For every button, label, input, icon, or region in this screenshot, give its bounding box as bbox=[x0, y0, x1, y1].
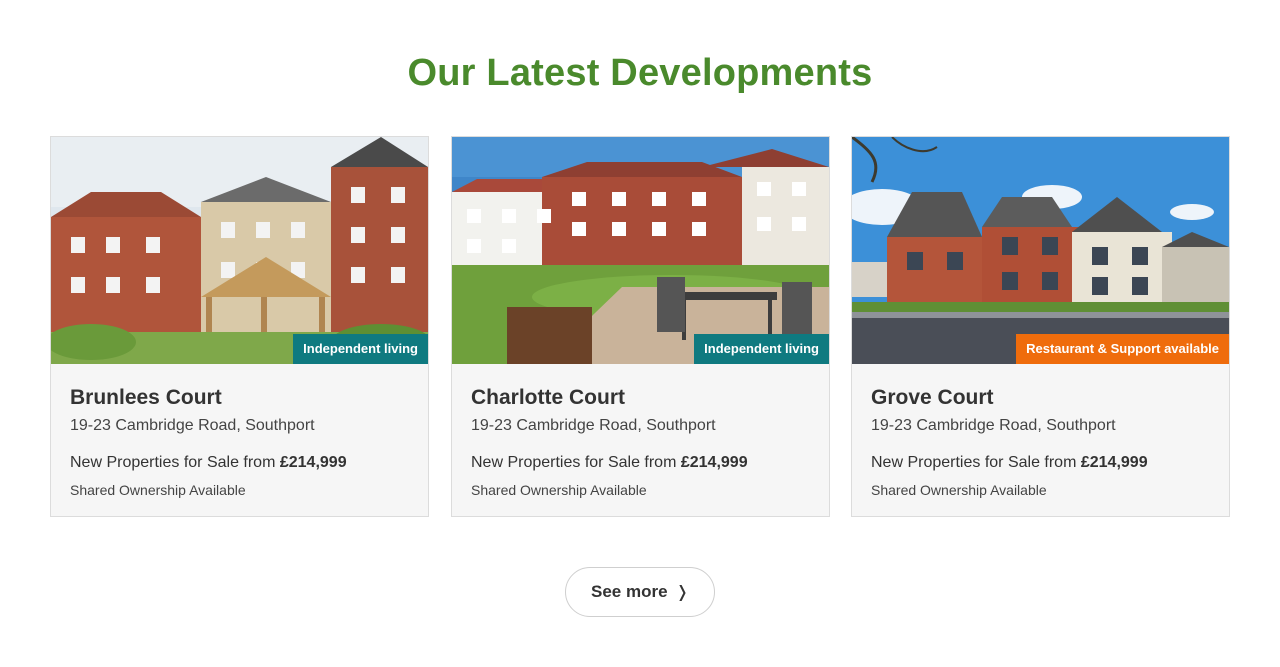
development-card-grove-court[interactable]: Restaurant & Support available Grove Cou… bbox=[851, 136, 1230, 517]
chevron-right-icon: ❭ bbox=[675, 584, 689, 601]
category-badge: Independent living bbox=[694, 334, 829, 364]
price-value: £214,999 bbox=[279, 454, 347, 471]
development-address: 19-23 Cambridge Road, Southport bbox=[871, 417, 1116, 434]
development-card-charlotte-court[interactable]: Independent living Charlotte Court 19-23… bbox=[451, 136, 830, 517]
development-title[interactable]: Charlotte Court bbox=[471, 384, 810, 412]
see-more-button[interactable]: See more ❭ bbox=[565, 567, 715, 617]
see-more-label: See more bbox=[591, 582, 668, 601]
developments-list: Independent living Brunlees Court 19-23 … bbox=[50, 136, 1230, 517]
development-title[interactable]: Brunlees Court bbox=[70, 384, 409, 412]
development-note: Shared Ownership Available bbox=[471, 482, 647, 498]
development-image[interactable]: Independent living bbox=[51, 137, 428, 364]
development-price: New Properties for Sale from £214,999 bbox=[871, 452, 1210, 474]
development-card-brunlees-court[interactable]: Independent living Brunlees Court 19-23 … bbox=[50, 136, 429, 517]
development-title[interactable]: Grove Court bbox=[871, 384, 1210, 412]
development-address: 19-23 Cambridge Road, Southport bbox=[471, 417, 716, 434]
price-prefix: New Properties for Sale from bbox=[871, 454, 1077, 471]
development-note: Shared Ownership Available bbox=[70, 482, 246, 498]
development-price: New Properties for Sale from £214,999 bbox=[471, 452, 810, 474]
development-address: 19-23 Cambridge Road, Southport bbox=[70, 417, 315, 434]
price-prefix: New Properties for Sale from bbox=[471, 454, 677, 471]
development-image[interactable]: Restaurant & Support available bbox=[852, 137, 1229, 364]
building-photo-icon bbox=[452, 137, 829, 364]
category-badge: Restaurant & Support available bbox=[1016, 334, 1229, 364]
section-title: Our Latest Developments bbox=[407, 52, 873, 94]
price-value: £214,999 bbox=[680, 454, 748, 471]
category-badge: Independent living bbox=[293, 334, 428, 364]
building-photo-icon bbox=[852, 137, 1229, 364]
building-photo-icon bbox=[51, 137, 428, 364]
development-price: New Properties for Sale from £214,999 bbox=[70, 452, 409, 474]
price-prefix: New Properties for Sale from bbox=[70, 454, 276, 471]
price-value: £214,999 bbox=[1080, 454, 1148, 471]
development-note: Shared Ownership Available bbox=[871, 482, 1047, 498]
development-image[interactable]: Independent living bbox=[452, 137, 829, 364]
